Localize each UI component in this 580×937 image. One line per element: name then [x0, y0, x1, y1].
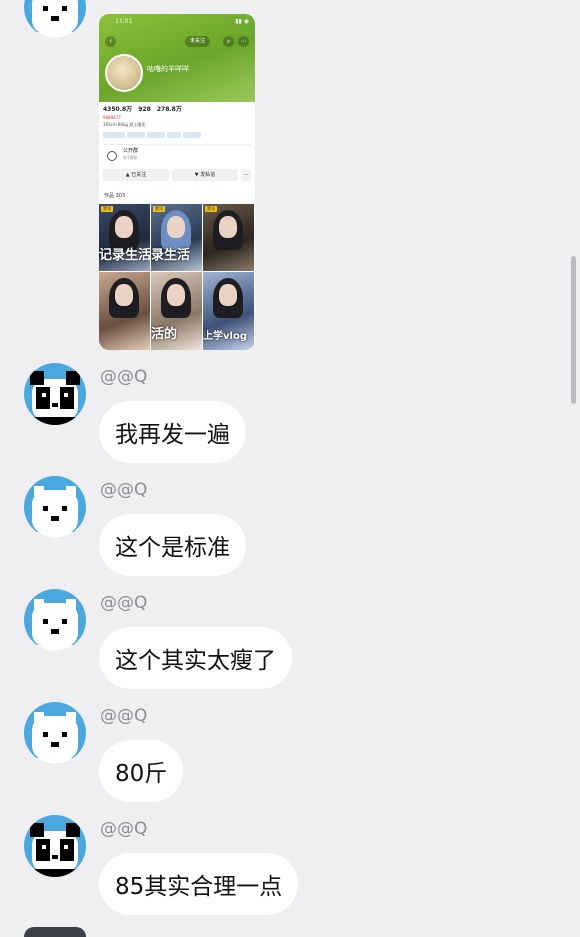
bio-tag [103, 132, 125, 138]
message-bubble[interactable]: 我再发一遍 [99, 401, 246, 463]
followed-label: 已关注 [131, 172, 147, 178]
thumbnail-caption: 记录生活 [99, 248, 150, 263]
followed-button: ▲ 已关注 [103, 169, 169, 181]
video-thumbnail: 置顶 记录生活 [99, 204, 150, 271]
avatar-polar-bear[interactable] [24, 476, 86, 538]
status-time: 11:01 [115, 18, 133, 25]
sender-name: @@Q [100, 819, 148, 839]
stat-following: 928 [138, 106, 151, 113]
shared-profile-screenshot[interactable]: 11:01 ▮▮ ◉ ‹ 未关注 ⌕ ⋯ 咕噜的羊咩咩 4350.8万 928 … [99, 14, 255, 350]
follow-pill: 未关注 [185, 36, 211, 47]
message-button: ▼ 发私信 [172, 169, 238, 181]
profile-avatar [105, 54, 143, 92]
thumbnail-caption: 活的 [151, 327, 178, 342]
bio-tag [167, 132, 181, 138]
stat-likes: 4350.8万 [103, 106, 133, 113]
message-label: 发私信 [200, 172, 216, 178]
pinned-badge: 置顶 [153, 206, 165, 212]
figure-face [167, 216, 185, 238]
stat-followers: 278.8万 [156, 106, 182, 113]
figure-face [219, 216, 237, 238]
message-bubble[interactable]: 这个其实太瘦了 [99, 627, 292, 689]
bio-tag [147, 132, 165, 138]
crying-panda-icon [30, 371, 80, 425]
pinned-badge: 置顶 [101, 206, 113, 212]
figure-face [115, 284, 133, 306]
status-icons: ▮▮ ◉ [235, 18, 249, 25]
figure-face [219, 284, 237, 306]
polar-bear-icon [32, 712, 78, 764]
thumbnail-caption: 录生活 [151, 248, 191, 263]
group-icon [107, 151, 117, 161]
scrollbar-thumb[interactable] [571, 256, 576, 404]
avatar-polar-bear[interactable] [24, 702, 86, 764]
back-icon: ‹ [105, 36, 116, 47]
public-group-sub: 有1群聊 [123, 155, 138, 160]
message-bubble[interactable]: 85其实合理一点 [99, 853, 299, 915]
bio-tag [183, 132, 201, 138]
thumbnail-caption: 上学vlog [203, 331, 247, 342]
bio-line: 165cm 80kg 双上限还 [103, 122, 146, 127]
works-count: 作品 303 [104, 193, 126, 199]
sender-name: @@Q [100, 367, 148, 387]
video-thumbnail [99, 272, 150, 350]
figure-face [115, 216, 133, 238]
sender-name: @@Q [100, 593, 148, 613]
video-thumbnail: 上学vlog [203, 272, 254, 350]
crying-panda-icon [30, 823, 80, 877]
search-icon: ⌕ [223, 36, 234, 47]
polar-bear-icon [32, 599, 78, 651]
bio-tag [127, 132, 145, 138]
avatar-next-partial[interactable] [24, 927, 86, 937]
avatar-polar-bear[interactable] [24, 589, 86, 651]
public-group-title: 公开群 [123, 148, 139, 154]
bio-handle: 9889477 [103, 115, 121, 120]
message-bubble[interactable]: 这个是标准 [99, 514, 246, 576]
polar-bear-icon [32, 486, 78, 538]
figure-face [167, 284, 185, 306]
message-bubble[interactable]: 80斤 [99, 740, 184, 802]
pinned-badge: 置顶 [205, 206, 217, 212]
profile-name: 咕噜的羊咩咩 [147, 65, 189, 73]
sender-name: @@Q [100, 706, 148, 726]
more-icon: ⋯ [238, 36, 249, 47]
avatar-panda[interactable] [24, 815, 86, 877]
profile-stats: 4350.8万 928 278.8万 [103, 104, 186, 113]
avatar-top[interactable] [24, 0, 86, 38]
video-thumbnail: 置顶 录生活 [151, 204, 202, 271]
video-thumbnail: 置顶 [203, 204, 254, 271]
public-group-card: 公开群 有1群聊 [103, 144, 251, 165]
sender-name: @@Q [100, 480, 148, 500]
more-button: ⋯ [241, 169, 251, 181]
polar-bear-icon [32, 0, 78, 38]
avatar-panda[interactable] [24, 363, 86, 425]
video-thumbnail: 活的 [151, 272, 202, 350]
